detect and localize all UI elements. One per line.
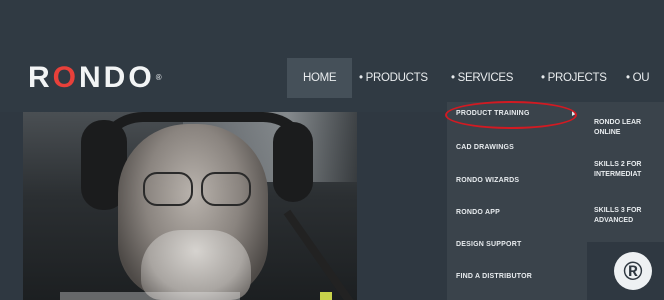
submenu-item-line: ADVANCED — [594, 217, 634, 224]
submenu-item-line: ONLINE — [594, 129, 621, 136]
nav-services[interactable]: • SERVICES — [451, 58, 513, 98]
menu-item-find-distributor[interactable]: FIND A DISTRIBUTOR — [456, 273, 532, 280]
menu-item-rondo-wizards[interactable]: RONDO WIZARDS — [456, 177, 519, 184]
submenu-item-line: SKILLS 2 FOR — [594, 161, 642, 168]
menu-item-design-support[interactable]: DESIGN SUPPORT — [456, 241, 521, 248]
submenu-item-line: SKILLS 3 FOR — [594, 207, 642, 214]
headphone-right — [273, 122, 313, 202]
registered-badge-icon: ® — [614, 252, 652, 290]
main-nav: HOME • PRODUCTS • SERVICES • PROJECTS • … — [0, 58, 664, 98]
hero-caption-tag — [320, 292, 332, 300]
hero-caption-bar — [60, 292, 240, 300]
submenu-item-line: INTERMEDIAT — [594, 171, 642, 178]
nav-home[interactable]: HOME — [287, 58, 353, 98]
hero-image — [23, 112, 357, 300]
training-submenu: RONDO LEAR ONLINE SKILLS 2 FOR INTERMEDI… — [585, 102, 664, 242]
man-beard — [141, 230, 251, 300]
headset-mic — [283, 209, 357, 300]
man-glasses — [143, 172, 253, 206]
red-highlight-circle — [445, 101, 577, 129]
nav-projects[interactable]: • PROJECTS — [541, 58, 607, 98]
menu-item-cad-drawings[interactable]: CAD DRAWINGS — [456, 144, 514, 151]
nav-products[interactable]: • PRODUCTS — [359, 58, 428, 98]
submenu-item-line: RONDO LEAR — [594, 119, 642, 126]
menu-item-rondo-app[interactable]: RONDO APP — [456, 209, 500, 216]
submenu-item-skills-3[interactable]: SKILLS 3 FOR ADVANCED — [594, 206, 641, 226]
nav-more-truncated[interactable]: • OU — [626, 58, 650, 98]
services-dropdown: PRODUCT TRAINING ▸ CAD DRAWINGS RONDO WI… — [447, 102, 587, 300]
submenu-item-rondo-learn-online[interactable]: RONDO LEAR ONLINE — [594, 118, 641, 138]
submenu-item-skills-2[interactable]: SKILLS 2 FOR INTERMEDIAT — [594, 160, 641, 180]
